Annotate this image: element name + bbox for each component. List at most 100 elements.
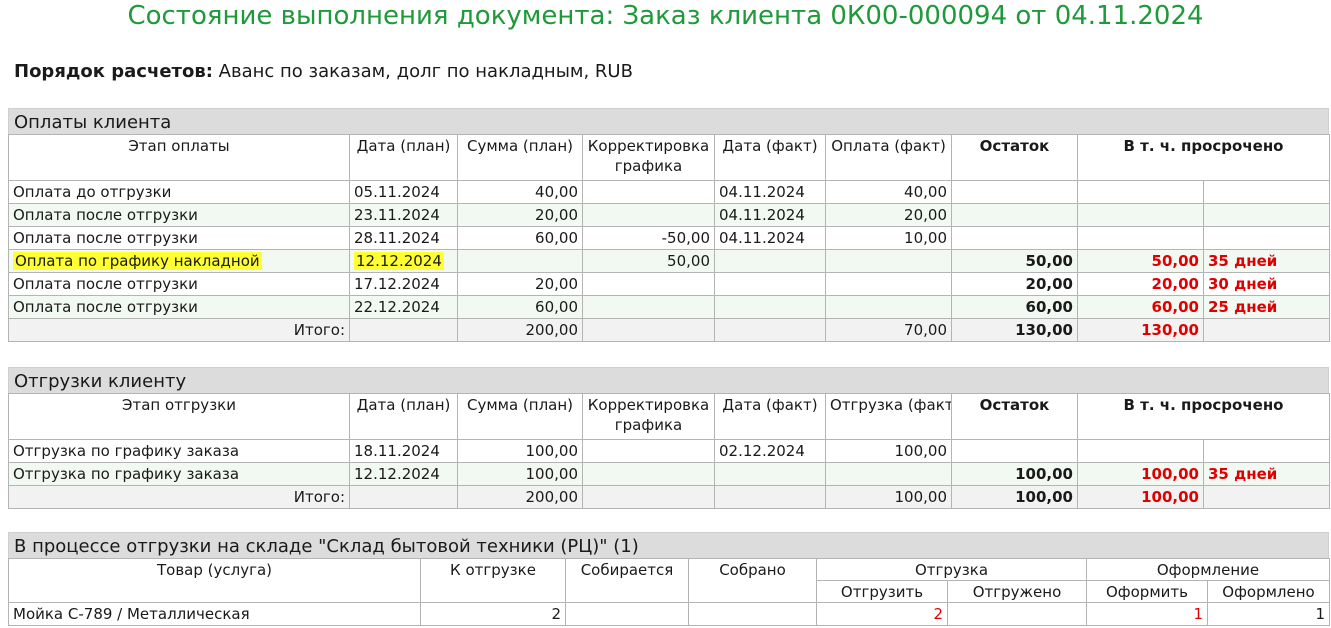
cell-rest (951, 439, 1078, 463)
cell-stage: Оплата после отгрузки (8, 295, 350, 319)
cell-correction (582, 295, 715, 319)
warehouse-header: В процессе отгрузки на складе "Склад быт… (8, 532, 1329, 558)
cell-rest (951, 203, 1078, 227)
col-sum-plan: Сумма (план) (457, 393, 583, 440)
cell-overdue (1077, 439, 1204, 463)
total-overdue: 130,00 (1077, 318, 1204, 342)
cell-stage: Оплата после отгрузки (8, 272, 350, 296)
table-row: Отгрузка по графику заказа 18.11.2024 10… (8, 439, 1330, 463)
total-rest: 130,00 (951, 318, 1078, 342)
cell-date-fact (714, 272, 826, 296)
cell-sum-plan: 60,00 (457, 226, 583, 250)
highlighted-text: 12.12.2024 (354, 252, 444, 270)
page-title: Состояние выполнения документа: Заказ кл… (127, 1, 1204, 31)
cell-paid (825, 249, 952, 273)
cell-date-plan: 23.11.2024 (349, 203, 458, 227)
cell-empty (582, 485, 715, 509)
warehouse-table: Товар (услуга) К отгрузке Собирается Соб… (8, 558, 1330, 626)
total-sum-plan: 200,00 (457, 318, 583, 342)
cell-sum-plan: 40,00 (457, 180, 583, 204)
settlement-order-label: Порядок расчетов: (14, 61, 213, 82)
cell-stage: Отгрузка по графику заказа (8, 439, 350, 463)
cell-overdue: 100,00 (1077, 462, 1204, 486)
cell-shipped: 100,00 (825, 439, 952, 463)
cell-days (1203, 180, 1330, 204)
cell-overdue (1077, 180, 1204, 204)
cell-days (1203, 439, 1330, 463)
cell-date-fact: 02.12.2024 (714, 439, 826, 463)
cell-date-plan: 05.11.2024 (349, 180, 458, 204)
cell-overdue: 50,00 (1077, 249, 1204, 273)
cell-date-plan: 28.11.2024 (349, 226, 458, 250)
settlement-order-value: Аванс по заказам, долг по накладным, RUB (218, 61, 633, 82)
cell-rest (951, 226, 1078, 250)
cell-empty (1203, 318, 1330, 342)
total-overdue: 100,00 (1077, 485, 1204, 509)
col-reg-todo: Оформить (1086, 580, 1208, 603)
cell-empty (714, 485, 826, 509)
cell-date-fact (714, 462, 826, 486)
total-row: Итого: 200,00 100,00 100,00 100,00 (8, 485, 1330, 509)
cell-empty (582, 318, 715, 342)
cell-correction: -50,00 (582, 226, 715, 250)
col-date-fact: Дата (факт) (714, 393, 826, 440)
col-collected: Собрано (688, 558, 817, 603)
settlement-order: Порядок расчетов: Аванс по заказам, долг… (14, 60, 633, 84)
cell-empty (1203, 485, 1330, 509)
total-sum-plan: 200,00 (457, 485, 583, 509)
total-row: Итого: 200,00 70,00 130,00 130,00 (8, 318, 1330, 342)
table-row: Оплата до отгрузки 05.11.2024 40,00 04.1… (8, 180, 1330, 204)
cell-correction (582, 180, 715, 204)
col-item: Товар (услуга) (8, 558, 421, 603)
cell-empty (714, 318, 826, 342)
col-overdue: В т. ч. просрочено (1077, 393, 1330, 440)
cell-shipped (825, 462, 952, 486)
cell-overdue (1077, 226, 1204, 250)
cell-date-plan: 12.12.2024 (349, 462, 458, 486)
cell-rest: 60,00 (951, 295, 1078, 319)
col-rest: Остаток (951, 393, 1078, 440)
cell-stage: Оплата по графику накладной (8, 249, 350, 273)
col-stage: Этап отгрузки (8, 393, 350, 440)
cell-sum-plan: 100,00 (457, 462, 583, 486)
table-row-highlighted: Оплата по графику накладной 12.12.2024 5… (8, 249, 1330, 273)
col-reg-done: Оформлено (1207, 580, 1330, 603)
cell-paid: 20,00 (825, 203, 952, 227)
cell-days: 30 дней (1203, 272, 1330, 296)
col-correction: Корректировка графика (582, 134, 715, 181)
table-row: Мойка C-789 / Металлическая 2 2 1 1 (8, 602, 1330, 626)
cell-rest: 100,00 (951, 462, 1078, 486)
shipments-header: Отгрузки клиенту (8, 367, 1329, 393)
cell-overdue (1077, 203, 1204, 227)
cell-ship-done (947, 602, 1087, 626)
col-rest: Остаток (951, 134, 1078, 181)
col-registration-group: Оформление (1086, 558, 1330, 581)
cell-paid: 10,00 (825, 226, 952, 250)
shipments-col-headers: Этап отгрузки Дата (план) Сумма (план) К… (8, 393, 1330, 440)
col-overdue: В т. ч. просрочено (1077, 134, 1330, 181)
cell-collecting (565, 602, 689, 626)
cell-empty (349, 485, 458, 509)
col-paid-fact: Оплата (факт) (825, 134, 952, 181)
cell-sum-plan (457, 249, 583, 273)
col-to-ship: К отгрузке (420, 558, 566, 603)
cell-days: 35 дней (1203, 249, 1330, 273)
col-date-fact: Дата (факт) (714, 134, 826, 181)
cell-sum-plan: 100,00 (457, 439, 583, 463)
cell-correction (582, 272, 715, 296)
cell-stage: Оплата до отгрузки (8, 180, 350, 204)
cell-reg-todo: 1 (1086, 602, 1208, 626)
warehouse-col-headers: Товар (услуга) К отгрузке Собирается Соб… (8, 558, 1330, 603)
col-date-plan: Дата (план) (349, 393, 458, 440)
cell-days (1203, 226, 1330, 250)
col-shipped-fact: Отгрузка (факт) (825, 393, 952, 440)
col-correction: Корректировка графика (582, 393, 715, 440)
cell-stage: Оплата после отгрузки (8, 226, 350, 250)
cell-correction: 50,00 (582, 249, 715, 273)
cell-to-ship: 2 (420, 602, 566, 626)
payments-col-headers: Этап оплаты Дата (план) Сумма (план) Кор… (8, 134, 1330, 181)
table-row: Оплата после отгрузки 28.11.2024 60,00 -… (8, 226, 1330, 250)
table-row: Оплата после отгрузки 23.11.2024 20,00 0… (8, 203, 1330, 227)
total-label: Итого: (8, 485, 350, 509)
highlighted-text: Оплата по графику накладной (13, 252, 262, 270)
